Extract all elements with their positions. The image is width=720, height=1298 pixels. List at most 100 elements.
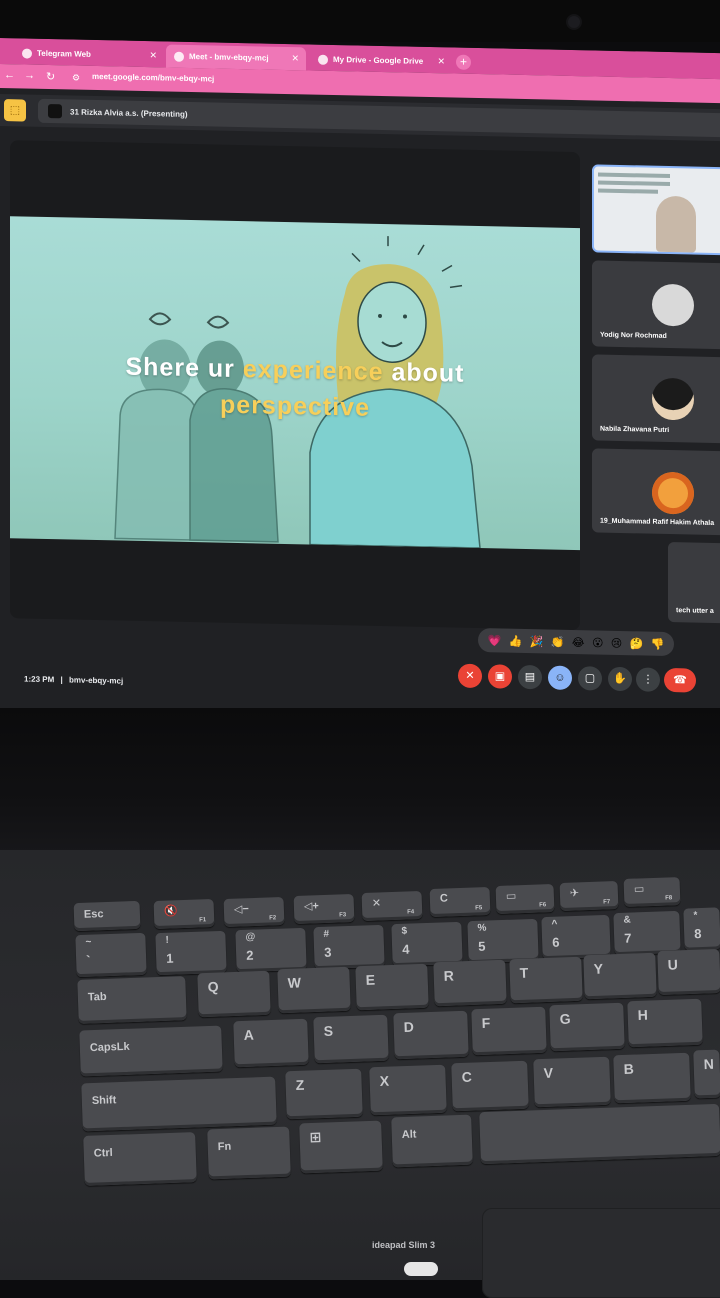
key-2[interactable]: @2: [235, 927, 307, 973]
more-options-icon[interactable]: ⋮: [636, 667, 660, 692]
key-f3[interactable]: ◁+ F3: [293, 893, 355, 925]
key-w[interactable]: W: [277, 966, 351, 1014]
key-space[interactable]: [479, 1103, 720, 1165]
participant-name: tech utter a: [676, 607, 714, 615]
back-icon[interactable]: ←: [4, 69, 15, 81]
present-icon[interactable]: ▢: [578, 666, 602, 691]
key-x[interactable]: X: [369, 1064, 447, 1116]
key-f6[interactable]: ▭ F6: [495, 883, 555, 915]
key-r[interactable]: R: [433, 959, 507, 1007]
brand-label: ideapad Slim 3: [372, 1240, 436, 1250]
key-tab[interactable]: Tab: [77, 976, 187, 1024]
key-b[interactable]: B: [613, 1052, 691, 1104]
meeting-code: bmv-ebqy-mcj: [68, 675, 124, 686]
emoji-icon[interactable]: ☺: [548, 665, 572, 690]
key-f4[interactable]: ✕ F4: [361, 890, 423, 922]
key-e[interactable]: E: [355, 963, 429, 1011]
reaction-thumbs-down-icon[interactable]: 👎: [651, 637, 665, 650]
key-esc[interactable]: Esc: [73, 900, 141, 932]
avatar: [652, 283, 694, 327]
stop-presenting-icon[interactable]: ⬚: [4, 99, 26, 122]
key-g[interactable]: G: [549, 1002, 625, 1052]
reactions-bar: 💗 👍 🎉 👏 😂 😮 😢 🤔 👎: [478, 628, 674, 657]
mic-off-icon[interactable]: ✕: [458, 663, 482, 689]
reaction-party-icon[interactable]: 🎉: [530, 635, 544, 648]
key-t[interactable]: T: [509, 956, 583, 1004]
site-info-icon[interactable]: ⚙: [72, 73, 80, 84]
participant-tile-presenter[interactable]: [592, 164, 720, 256]
meet-top-bar: ⬚ 31 Rizka Alvia a.s. (Presenting): [0, 94, 720, 142]
raise-hand-icon[interactable]: ✋: [608, 666, 632, 692]
key-windows[interactable]: ⊞: [299, 1120, 383, 1174]
key-u[interactable]: U: [657, 948, 720, 996]
key-z[interactable]: Z: [285, 1068, 363, 1120]
meeting-time: 1:23 PM: [24, 674, 55, 685]
participant-tile[interactable]: tech utter a: [668, 541, 720, 625]
camera-off-icon[interactable]: ▣: [488, 664, 512, 689]
reload-icon[interactable]: ↻: [46, 70, 55, 83]
key-n[interactable]: N: [693, 1049, 720, 1099]
webcam: [568, 16, 580, 28]
reaction-thumbs-up-icon[interactable]: 👍: [509, 634, 523, 647]
key-capslock[interactable]: CapsLk: [79, 1025, 223, 1077]
key-f1[interactable]: 🔇 F1: [153, 898, 215, 930]
participant-tile[interactable]: 19_Muhammad Rafif Hakim Athala: [592, 448, 720, 536]
end-call-icon[interactable]: ☎: [664, 667, 696, 693]
key-f5[interactable]: C F5: [429, 886, 491, 918]
tab-meet[interactable]: Meet - bmv-ebqy-mcj ✕: [166, 44, 306, 71]
key-5[interactable]: % 5: [467, 918, 539, 964]
key-6[interactable]: ^ 6: [541, 914, 611, 960]
key-ctrl[interactable]: Ctrl: [83, 1132, 197, 1186]
key-1[interactable]: ! 1: [155, 930, 227, 976]
close-tab-icon[interactable]: ✕: [291, 53, 299, 64]
reaction-heart-icon[interactable]: 💗: [488, 634, 502, 647]
participant-name: Yodig Nor Rochmad: [600, 331, 667, 340]
key-backtick[interactable]: ~ `: [75, 932, 147, 978]
slide-caption: Shere ur experience about perspective: [10, 346, 580, 430]
key-f8[interactable]: ▭ F8: [623, 877, 681, 907]
key-c[interactable]: C: [451, 1060, 529, 1112]
reaction-thinking-icon[interactable]: 🤔: [630, 637, 644, 650]
key-f[interactable]: F: [471, 1006, 547, 1056]
key-7[interactable]: & 7: [613, 910, 681, 956]
key-8[interactable]: * 8: [683, 907, 720, 951]
key-alt[interactable]: Alt: [391, 1114, 473, 1168]
caption-text: about: [383, 358, 465, 388]
key-d[interactable]: D: [393, 1010, 469, 1060]
participant-tile[interactable]: Yodig Nor Rochmad: [592, 260, 720, 350]
key-fn[interactable]: Fn: [207, 1126, 291, 1180]
key-a[interactable]: A: [233, 1018, 309, 1068]
key-q[interactable]: Q: [197, 970, 271, 1018]
url-field[interactable]: meet.google.com/bmv-ebqy-mcj: [92, 72, 214, 84]
participant-name: 19_Muhammad Rafif Hakim Athala: [600, 517, 715, 527]
key-f7[interactable]: ✈ F7: [559, 880, 619, 912]
key-shift[interactable]: Shift: [81, 1076, 277, 1132]
close-tab-icon[interactable]: ✕: [149, 50, 157, 61]
laptop-hinge: [0, 708, 720, 868]
close-tab-icon[interactable]: ✕: [437, 56, 445, 67]
key-y[interactable]: Y: [583, 952, 657, 1000]
new-tab-button[interactable]: +: [456, 54, 471, 70]
reaction-surprised-icon[interactable]: 😮: [592, 636, 603, 649]
captions-icon[interactable]: ▤: [518, 664, 542, 690]
key-v[interactable]: V: [533, 1056, 611, 1108]
key-3[interactable]: #3: [313, 924, 385, 970]
presenter-video: [656, 195, 696, 253]
camera-shutter-toggle[interactable]: [404, 1262, 438, 1276]
reaction-laugh-icon[interactable]: 😂: [572, 635, 585, 648]
reaction-clap-icon[interactable]: 👏: [551, 635, 565, 648]
key-4[interactable]: $4: [391, 921, 463, 967]
tab-drive[interactable]: My Drive - Google Drive ✕: [310, 47, 452, 73]
key-h[interactable]: H: [627, 998, 703, 1048]
key-s[interactable]: S: [313, 1014, 389, 1064]
tab-label: Meet - bmv-ebqy-mcj: [189, 51, 269, 63]
meeting-info: 1:23 PM | bmv-ebqy-mcj: [24, 675, 123, 686]
participant-tile[interactable]: Nabila Zhavana Putri: [592, 354, 720, 444]
tab-telegram[interactable]: Telegram Web ✕: [14, 41, 164, 67]
call-controls: ✕ ▣ ▤ ☺ ▢ ✋ ⋮ ☎: [456, 662, 720, 698]
forward-icon[interactable]: →: [24, 70, 35, 82]
reaction-sad-icon[interactable]: 😢: [611, 636, 622, 649]
key-f2[interactable]: ◁− F2: [223, 896, 285, 928]
meet-icon: [174, 51, 184, 62]
touchpad[interactable]: [482, 1208, 720, 1298]
